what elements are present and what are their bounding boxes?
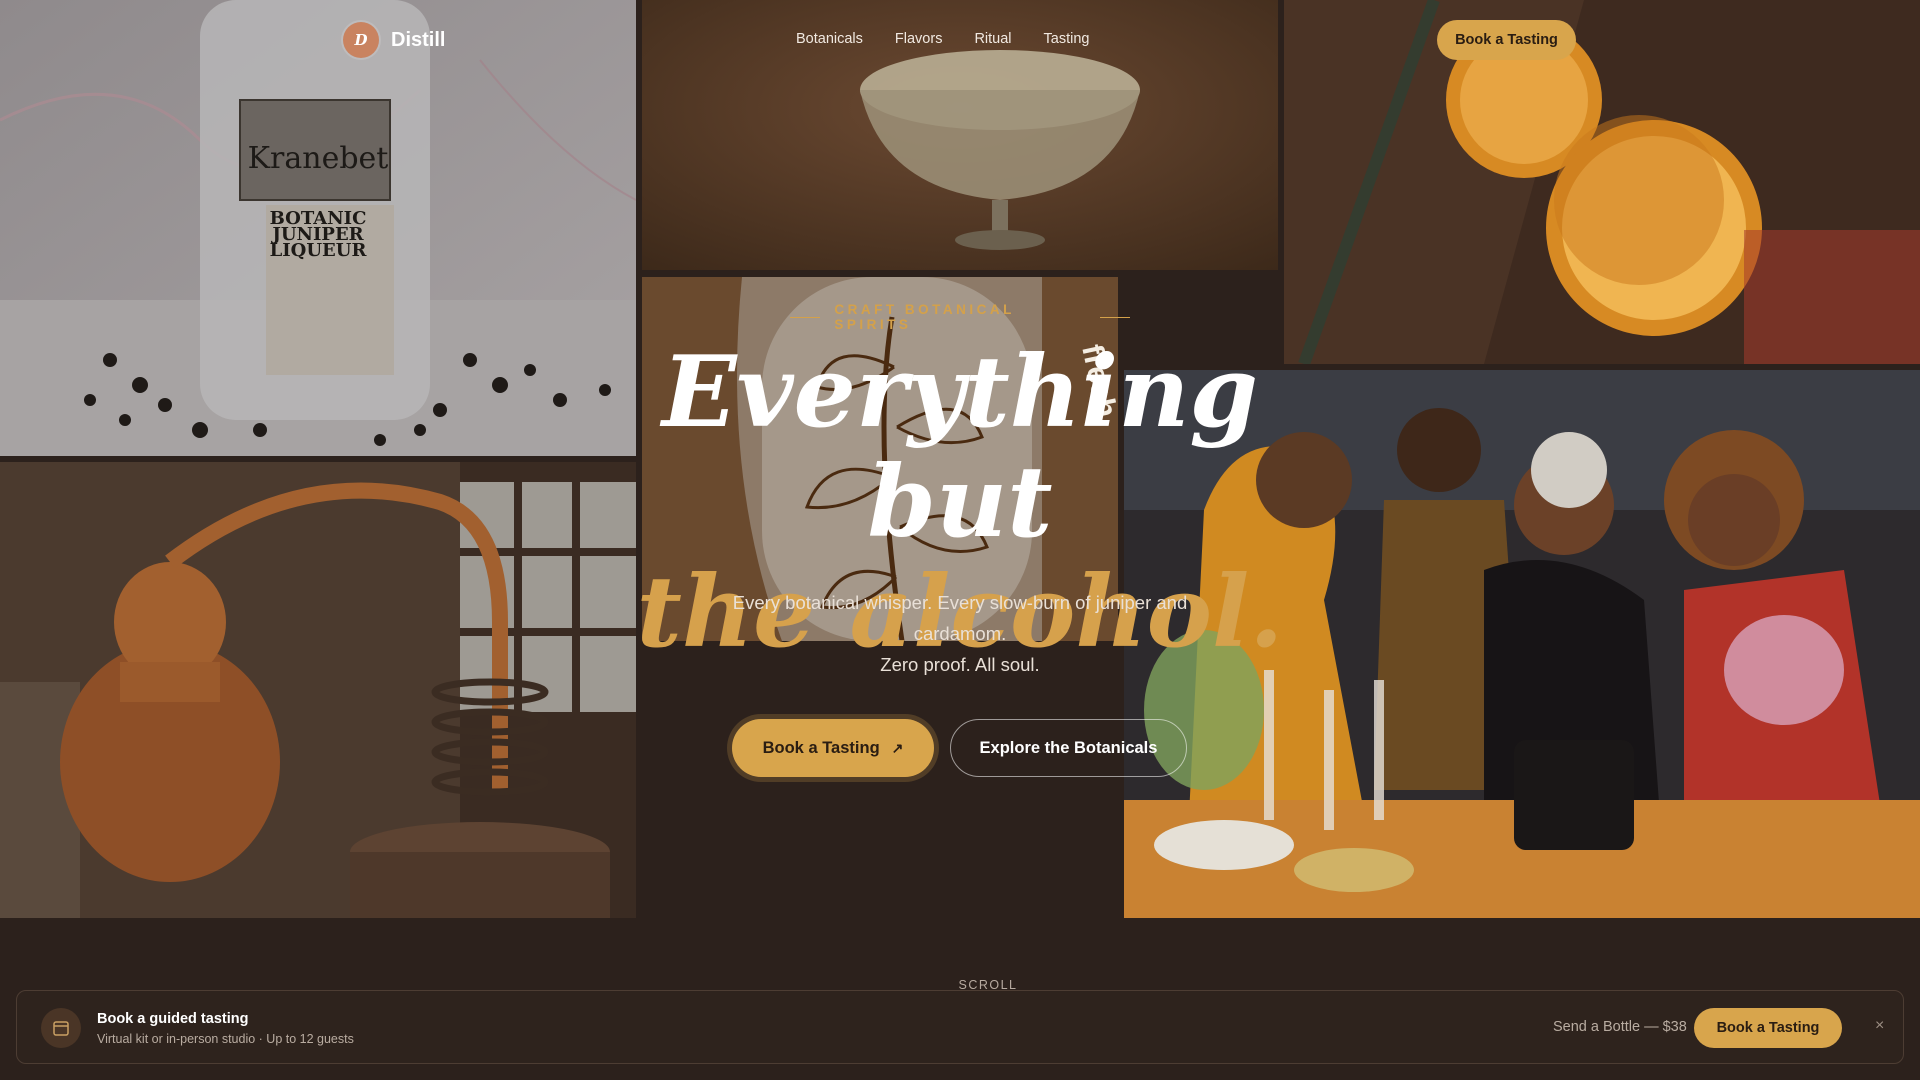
bottle-brand-text: Kranebet	[248, 141, 389, 176]
eyebrow-rule-left	[790, 316, 821, 318]
eyebrow-rule-right	[1099, 316, 1130, 318]
main-nav: Botanicals Flavors Ritual Tasting	[796, 31, 1089, 47]
eyebrow-text: CRAFT BOTANICAL SPIRITS	[834, 302, 1015, 332]
booking-bar-book-button[interactable]: Book a Tasting	[1694, 1008, 1842, 1048]
orange-slices-photo	[1284, 0, 1920, 364]
explore-botanicals-button[interactable]: Explore the Botanicals	[950, 719, 1187, 777]
arrow-up-right-icon: ↗	[891, 739, 904, 756]
hero-subtitle-line-1: Every botanical whisper. Every slow-burn…	[732, 592, 1188, 644]
hero-subtitle: Every botanical whisper. Every slow-burn…	[710, 587, 1210, 680]
hero-book-tasting-label: Book a Tasting	[762, 738, 880, 757]
copper-still-photo	[0, 462, 636, 918]
bottle-label-line3: LIQUEUR	[270, 240, 368, 261]
hero-book-tasting-button[interactable]: Book a Tasting ↗	[732, 719, 934, 777]
brand-logo[interactable]: D Distill	[343, 22, 445, 58]
headline-line-1: Everything but	[661, 335, 1259, 560]
booking-bar-subtitle: Virtual kit or in-person studio · Up to …	[97, 1032, 354, 1046]
hero-subtitle-line-2: Zero proof. All soul.	[880, 654, 1040, 675]
nav-link-flavors[interactable]: Flavors	[895, 31, 943, 47]
nav-link-botanicals[interactable]: Botanicals	[796, 31, 863, 47]
send-bottle-link[interactable]: Send a Bottle — $38	[1553, 1019, 1687, 1035]
booking-bar: Book a guided tasting Virtual kit or in-…	[16, 990, 1904, 1064]
nav-link-tasting[interactable]: Tasting	[1044, 31, 1090, 47]
brand-badge-icon: D	[343, 22, 379, 58]
nav-book-tasting-button[interactable]: Book a Tasting	[1437, 20, 1576, 60]
hero-eyebrow: CRAFT BOTANICAL SPIRITS	[790, 302, 1130, 332]
calendar-icon	[41, 1008, 81, 1048]
nav-link-ritual[interactable]: Ritual	[974, 31, 1011, 47]
booking-bar-title: Book a guided tasting	[97, 1011, 249, 1027]
close-icon[interactable]: ×	[1875, 1017, 1884, 1035]
brand-name: Distill	[391, 28, 446, 51]
bottle-photo: Kranebet BOTANIC JUNIPER LIQUEUR	[0, 0, 636, 456]
